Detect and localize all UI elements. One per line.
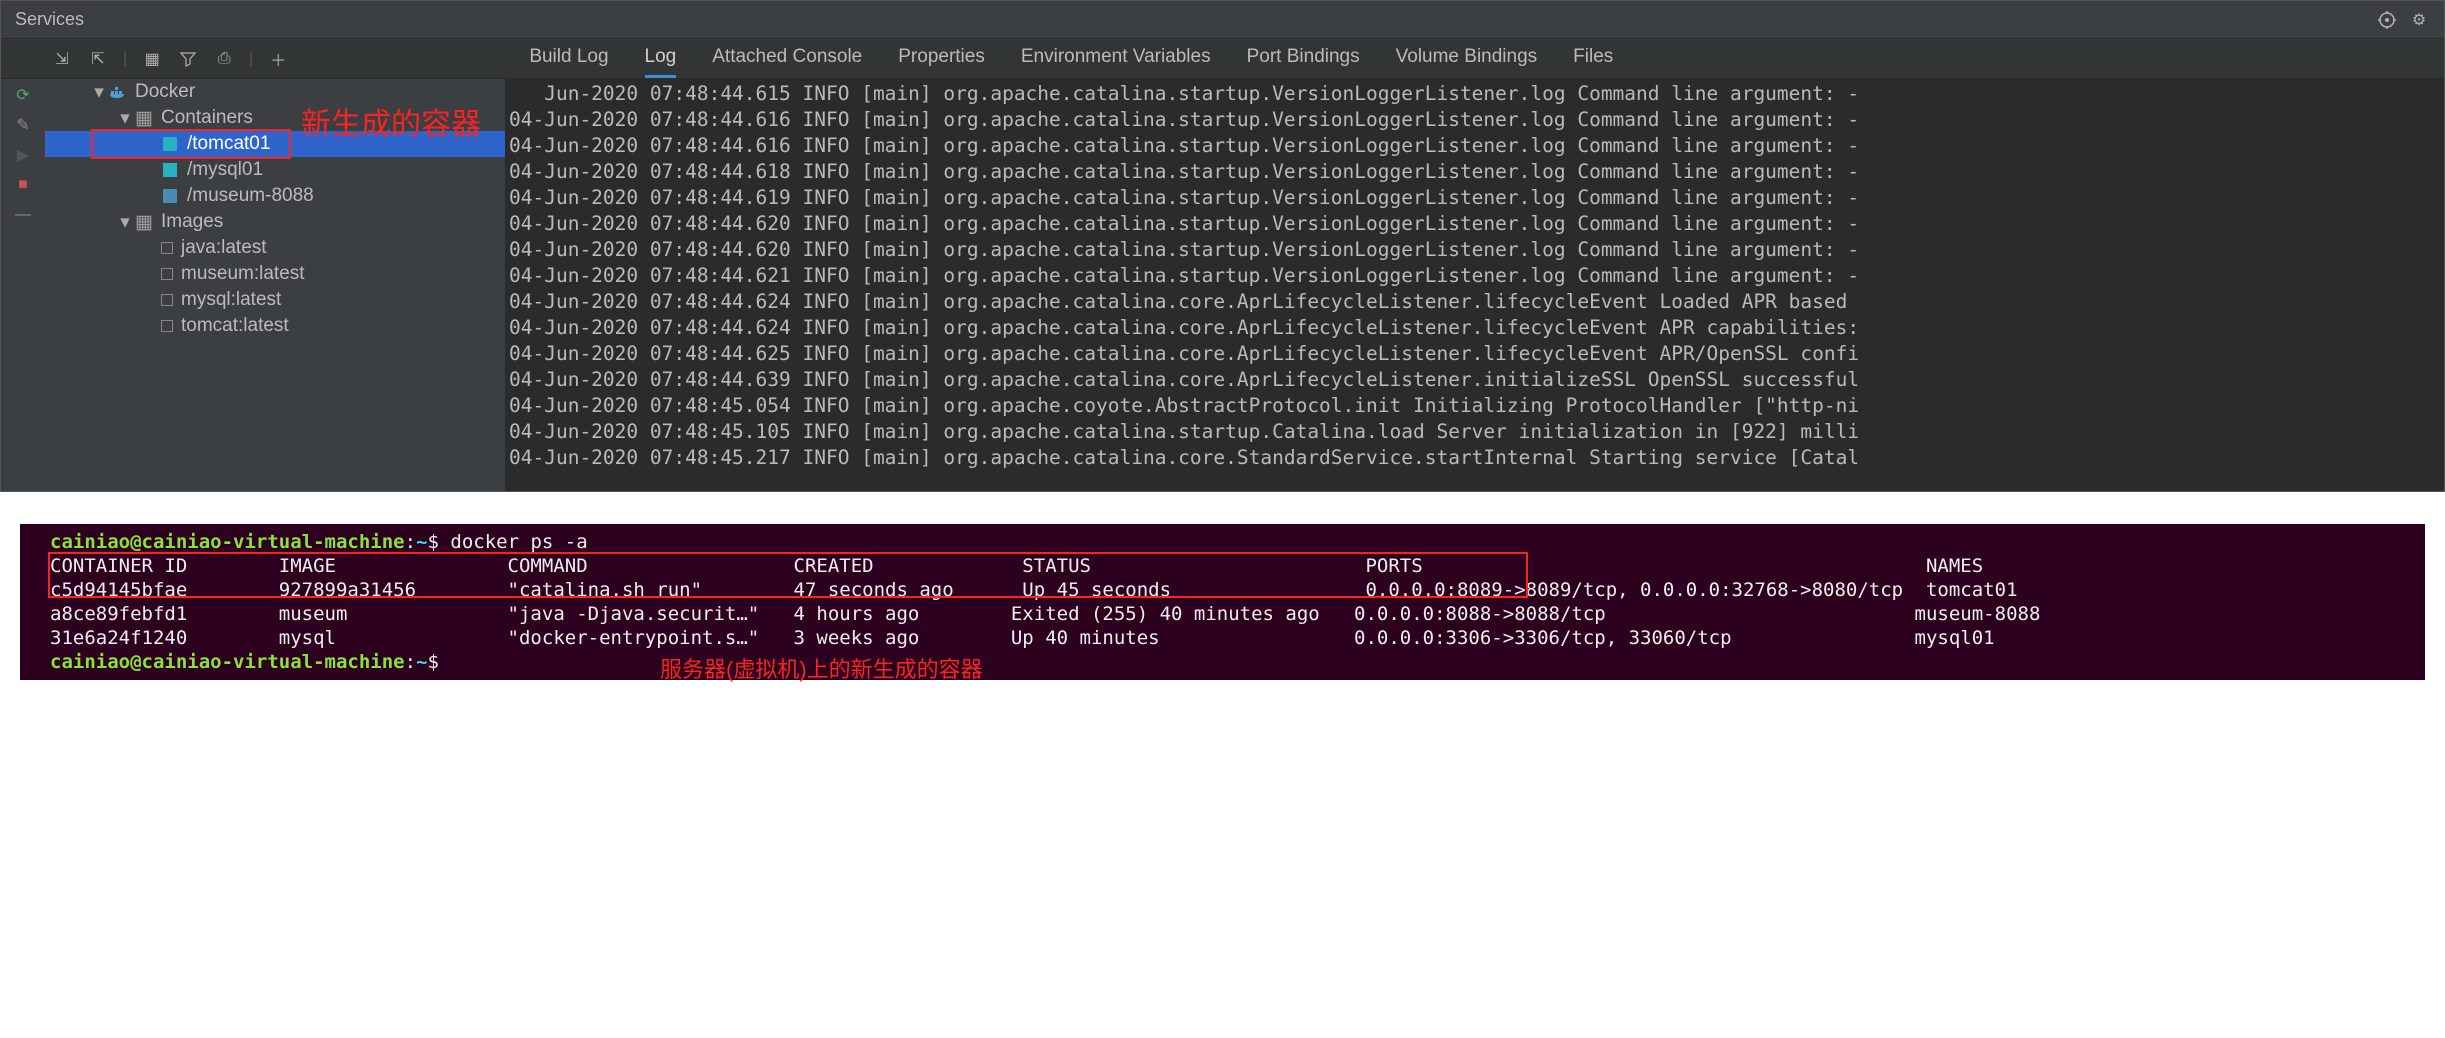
term-prompt-1: cainiao@cainiao-virtual-machine:~$ docke… — [50, 530, 2421, 554]
services-tool-window: Services ⚙ ⇲ ⇱ | ▦ ⎙ | ＋ Build Log Log A… — [0, 0, 2445, 492]
tab-build-log[interactable]: Build Log — [529, 39, 608, 78]
filter-icon[interactable] — [177, 48, 199, 70]
add-icon[interactable]: ＋ — [267, 48, 289, 70]
tree-tomcat-latest-label: tomcat:latest — [181, 315, 289, 337]
play-icon[interactable]: ▶ — [13, 145, 33, 165]
services-header: Services ⚙ — [1, 1, 2444, 39]
tree-mysql01-label: /mysql01 — [187, 159, 263, 181]
tab-env[interactable]: Environment Variables — [1021, 39, 1211, 78]
tree-tomcat01[interactable]: /tomcat01 — [45, 131, 505, 157]
tree-museum-8088-label: /museum-8088 — [187, 185, 314, 207]
tree-museum-latest[interactable]: museum:latest — [45, 261, 505, 287]
minus-icon[interactable]: — — [13, 205, 33, 225]
tree-tomcat-latest[interactable]: tomcat:latest — [45, 313, 505, 339]
gear-icon[interactable]: ⚙ — [2408, 9, 2430, 31]
tree-docker[interactable]: ▾Docker — [45, 79, 505, 105]
tree-images-label: Images — [161, 211, 223, 233]
toolbar-row: ⇲ ⇱ | ▦ ⎙ | ＋ Build Log Log Attached Con… — [1, 39, 2444, 79]
action-rail: ⟳ ✎ ▶ ■ — — [1, 79, 45, 491]
tree-tomcat01-label: /tomcat01 — [187, 133, 270, 155]
services-tree[interactable]: ▾Docker ▾▦Containers /tomcat01 /mysql01 … — [45, 79, 505, 491]
tree-museum-latest-label: museum:latest — [181, 263, 305, 285]
table-row: 31e6a24f1240 mysql "docker-entrypoint.s…… — [50, 626, 2421, 650]
run-icon[interactable]: ⟳ — [13, 85, 33, 105]
tree-java-latest-label: java:latest — [181, 237, 267, 259]
tree-java-latest[interactable]: java:latest — [45, 235, 505, 261]
services-title: Services — [15, 9, 84, 30]
tree-mysql-latest[interactable]: mysql:latest — [45, 287, 505, 313]
table-row: a8ce89febfd1 museum "java -Djava.securit… — [50, 602, 2421, 626]
tab-log[interactable]: Log — [645, 39, 677, 78]
tab-files[interactable]: Files — [1573, 39, 1613, 78]
expand-all-icon[interactable]: ⇲ — [51, 48, 73, 70]
tree-images[interactable]: ▾▦Images — [45, 209, 505, 235]
tab-attached-console[interactable]: Attached Console — [712, 39, 862, 78]
group-icon[interactable]: ▦ — [141, 48, 163, 70]
tree-view-icon[interactable]: ⎙ — [213, 48, 235, 70]
log-output[interactable]: Jun-2020 07:48:44.615 INFO [main] org.ap… — [505, 79, 2444, 491]
table-row: c5d94145bfae 927899a31456 "catalina.sh r… — [50, 578, 2421, 602]
target-icon[interactable] — [2376, 9, 2398, 31]
tree-docker-label: Docker — [135, 81, 195, 103]
collapse-all-icon[interactable]: ⇱ — [87, 48, 109, 70]
stop-icon[interactable]: ■ — [13, 175, 33, 195]
tab-port-bindings[interactable]: Port Bindings — [1247, 39, 1360, 78]
edit-icon[interactable]: ✎ — [13, 115, 33, 135]
tree-mysql01[interactable]: /mysql01 — [45, 157, 505, 183]
term-prompt-2: cainiao@cainiao-virtual-machine:~$ — [50, 650, 2421, 674]
term-header: CONTAINER ID IMAGE COMMAND CREATED STATU… — [50, 554, 2421, 578]
tabs: Build Log Log Attached Console Propertie… — [499, 39, 1613, 78]
tree-containers-label: Containers — [161, 107, 253, 129]
terminal[interactable]: cainiao@cainiao-virtual-machine:~$ docke… — [20, 524, 2425, 680]
tree-mysql-latest-label: mysql:latest — [181, 289, 281, 311]
tab-properties[interactable]: Properties — [898, 39, 985, 78]
tree-containers[interactable]: ▾▦Containers — [45, 105, 505, 131]
tab-volume-bindings[interactable]: Volume Bindings — [1396, 39, 1538, 78]
tree-museum-8088[interactable]: /museum-8088 — [45, 183, 505, 209]
